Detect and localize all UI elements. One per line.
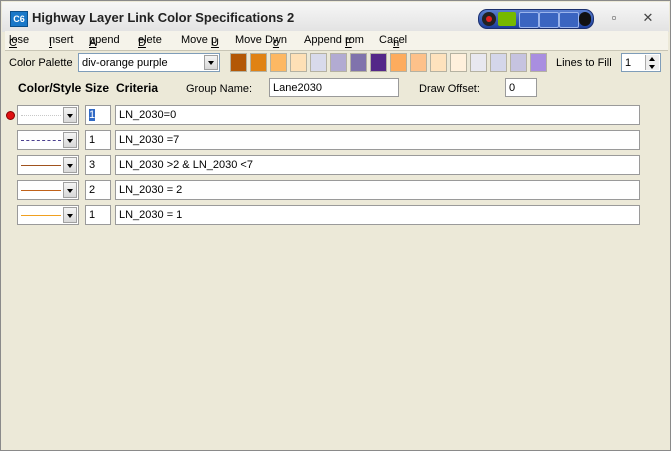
color-style-select[interactable] xyxy=(17,105,79,125)
palette-swatch[interactable] xyxy=(370,53,387,72)
lines-to-fill-stepper[interactable]: 1 xyxy=(621,53,661,72)
app-icon: C6 xyxy=(10,11,28,27)
criteria-value: LN_2030 >2 & LN_2030 <7 xyxy=(119,159,253,171)
size-value: 1 xyxy=(89,134,96,146)
line-style-preview xyxy=(21,190,61,191)
size-input[interactable]: 1 xyxy=(85,130,111,150)
chevron-down-icon[interactable] xyxy=(63,107,77,123)
line-style-preview xyxy=(21,140,61,141)
menu-insert[interactable]: Insert xyxy=(49,34,73,49)
menu-move-up[interactable]: Move Up xyxy=(181,34,219,49)
palette-swatch[interactable] xyxy=(330,53,347,72)
criteria-input[interactable]: LN_2030 = 1 xyxy=(115,205,640,225)
color-palette-select[interactable]: div-orange purple xyxy=(78,53,220,72)
size-input[interactable]: 1 xyxy=(85,205,111,225)
palette-swatch[interactable] xyxy=(510,53,527,72)
palette-swatch[interactable] xyxy=(390,53,407,72)
size-input[interactable]: 2 xyxy=(85,180,111,200)
menu-append-from[interactable]: Append From xyxy=(304,34,364,49)
lines-to-fill-value: 1 xyxy=(625,57,632,69)
nvidia-icon[interactable] xyxy=(498,12,516,26)
criteria-input[interactable]: LN_2030 >2 & LN_2030 <7 xyxy=(115,155,640,175)
close-icon[interactable]: ✕ xyxy=(640,10,656,26)
maximize-tray-icon[interactable] xyxy=(559,12,579,28)
palette-swatch[interactable] xyxy=(350,53,367,72)
palette-swatch[interactable] xyxy=(310,53,327,72)
size-input[interactable]: 3 xyxy=(85,155,111,175)
restore-icon[interactable]: ▫ xyxy=(606,10,622,26)
menu-delete[interactable]: Delete xyxy=(138,34,162,49)
palette-swatch[interactable] xyxy=(250,53,267,72)
record-icon[interactable] xyxy=(482,12,496,26)
palette-swatch[interactable] xyxy=(430,53,447,72)
menu-bar: Close Insert Append Delete Move Up Move … xyxy=(5,31,668,51)
size-value: 2 xyxy=(89,184,96,196)
size-value: 3 xyxy=(89,159,96,171)
stepper-down-icon[interactable] xyxy=(649,65,655,69)
color-style-select[interactable] xyxy=(17,180,79,200)
palette-swatch[interactable] xyxy=(490,53,507,72)
criteria-input[interactable]: LN_2030 = 2 xyxy=(115,180,640,200)
criteria-header: Criteria xyxy=(116,81,159,95)
menu-move-down[interactable]: Move Do wn xyxy=(235,34,287,49)
size-value: 1 xyxy=(89,109,96,121)
draw-offset-input[interactable]: 0 xyxy=(505,78,537,97)
color-palette-value: div-orange purple xyxy=(82,57,168,69)
draw-offset-label: Draw Offset: xyxy=(419,83,480,95)
menu-close[interactable]: Close xyxy=(9,34,29,49)
criteria-value: LN_2030 = 2 xyxy=(119,184,183,196)
color-palette-label: Color Palette xyxy=(9,57,73,69)
criteria-value: LN_2030=0 xyxy=(119,109,177,121)
color-style-select[interactable] xyxy=(17,155,79,175)
dialog-window: C6 Highway Layer Link Color Specificatio… xyxy=(0,0,671,451)
menu-append[interactable]: Append xyxy=(89,34,120,49)
stepper-buttons[interactable] xyxy=(645,55,659,70)
chevron-down-icon[interactable] xyxy=(63,132,77,148)
criteria-value: LN_2030 = 1 xyxy=(119,209,183,221)
chevron-down-icon[interactable] xyxy=(63,182,77,198)
size-value: 1 xyxy=(89,209,96,221)
tray-toolbar xyxy=(478,9,594,29)
palette-swatch[interactable] xyxy=(450,53,467,72)
current-row-marker-icon xyxy=(6,111,15,120)
menu-dot-icon[interactable] xyxy=(579,12,591,26)
draw-offset-value: 0 xyxy=(509,82,516,94)
color-style-select[interactable] xyxy=(17,130,79,150)
lines-to-fill-label: Lines to Fill xyxy=(556,57,612,69)
group-name-input[interactable]: Lane2030 xyxy=(269,78,399,97)
palette-swatch[interactable] xyxy=(410,53,427,72)
color-style-select[interactable] xyxy=(17,205,79,225)
palette-swatch[interactable] xyxy=(290,53,307,72)
line-style-preview xyxy=(21,165,61,166)
menu-cancel[interactable]: Ca n cel xyxy=(379,34,407,49)
line-style-preview xyxy=(21,115,61,116)
stepper-up-icon[interactable] xyxy=(649,57,655,61)
criteria-input[interactable]: LN_2030=0 xyxy=(115,105,640,125)
group-name-label: Group Name: xyxy=(186,83,253,95)
color-style-header: Color/Style xyxy=(18,81,82,95)
palette-swatch[interactable] xyxy=(470,53,487,72)
line-style-preview xyxy=(21,215,61,216)
chevron-down-icon[interactable] xyxy=(63,157,77,173)
title-bar: C6 Highway Layer Link Color Specificatio… xyxy=(2,2,669,32)
criteria-value: LN_2030 =7 xyxy=(119,134,180,146)
group-name-value: Lane2030 xyxy=(273,82,322,94)
window-title: Highway Layer Link Color Specifications … xyxy=(32,10,295,25)
size-header: Size xyxy=(85,81,110,95)
criteria-input[interactable]: LN_2030 =7 xyxy=(115,130,640,150)
palette-swatch[interactable] xyxy=(230,53,247,72)
size-input[interactable]: 1 xyxy=(85,105,111,125)
pin-icon[interactable] xyxy=(519,12,539,28)
chevron-down-icon[interactable] xyxy=(63,207,77,223)
move-window-icon[interactable] xyxy=(539,12,559,28)
palette-swatch[interactable] xyxy=(530,53,547,72)
palette-swatch[interactable] xyxy=(270,53,287,72)
chevron-down-icon[interactable] xyxy=(204,55,218,70)
